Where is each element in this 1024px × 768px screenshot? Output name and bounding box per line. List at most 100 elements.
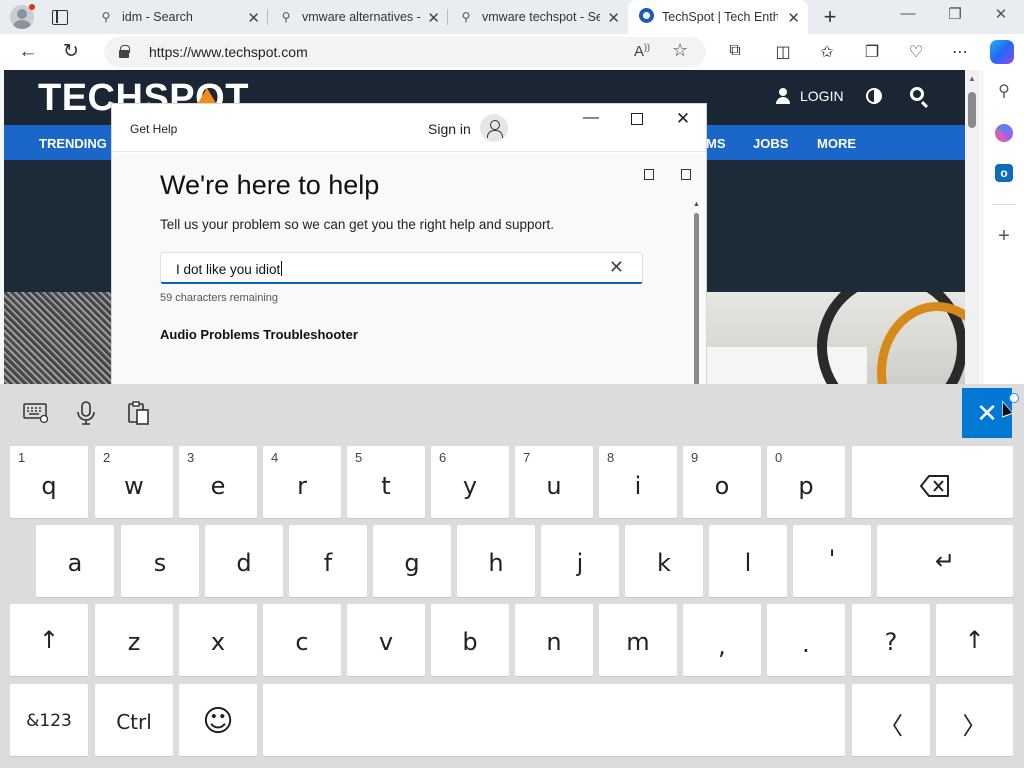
get-help-scrollbar[interactable]: ▲: [693, 153, 706, 384]
key-k[interactable]: k: [625, 525, 703, 597]
maximize-icon[interactable]: [622, 112, 652, 130]
page-scrollbar[interactable]: ▲: [965, 70, 979, 384]
split-screen-icon[interactable]: ◫: [772, 42, 794, 62]
tab-close-icon[interactable]: ✕: [787, 9, 800, 27]
problem-search-input[interactable]: I dot like you idiot ✕: [160, 252, 643, 284]
address-bar[interactable]: https://www.techspot.com A)) ☆: [104, 37, 706, 67]
minimize-icon[interactable]: —: [576, 109, 606, 127]
window-minimize-button[interactable]: —: [893, 5, 923, 22]
tab-close-icon[interactable]: ✕: [607, 9, 620, 27]
key-n[interactable]: n: [515, 604, 593, 676]
extensions-icon[interactable]: ⧉: [724, 42, 746, 60]
key-x[interactable]: x: [179, 604, 257, 676]
key-symbols[interactable]: &123: [10, 684, 88, 756]
key-p[interactable]: 0p: [767, 446, 845, 518]
key-y[interactable]: 6y: [431, 446, 509, 518]
key-shift-right[interactable]: ↑: [936, 604, 1013, 676]
site-search-icon[interactable]: [910, 87, 924, 101]
tab-vmware-techspot[interactable]: ⚲ vmware techspot - Se ✕: [448, 0, 628, 34]
sign-in-link[interactable]: Sign in: [428, 121, 471, 137]
sidebar-add-icon[interactable]: +: [992, 224, 1016, 248]
url-text[interactable]: https://www.techspot.com: [149, 44, 308, 60]
tab-idm-search[interactable]: ⚲ idm - Search ✕: [88, 0, 268, 34]
key-d[interactable]: d: [205, 525, 283, 597]
back-arrow-icon[interactable]: ←: [15, 40, 41, 64]
sidebar-search-icon[interactable]: ⚲: [992, 80, 1016, 104]
key-left-arrow[interactable]: 〈: [852, 684, 930, 756]
key-u[interactable]: 7u: [515, 446, 593, 518]
key-w[interactable]: 2w: [95, 446, 173, 518]
key-r[interactable]: 4r: [263, 446, 341, 518]
key-g[interactable]: g: [373, 525, 451, 597]
lock-icon[interactable]: [119, 45, 130, 58]
key-z[interactable]: z: [95, 604, 173, 676]
nav-ms[interactable]: MS: [706, 136, 726, 151]
dark-mode-toggle-icon[interactable]: [866, 88, 882, 104]
read-aloud-icon[interactable]: A)): [634, 42, 650, 60]
key-comma[interactable]: ,: [683, 604, 761, 676]
key-right-arrow[interactable]: 〉: [936, 684, 1013, 756]
keyboard-settings-icon[interactable]: [22, 400, 50, 428]
key-e[interactable]: 3e: [179, 446, 257, 518]
microphone-icon[interactable]: [72, 400, 100, 428]
copilot-icon[interactable]: [990, 40, 1014, 64]
nav-more[interactable]: MORE: [817, 136, 856, 151]
sidebar-outlook-icon[interactable]: o: [995, 164, 1013, 182]
window-close-button[interactable]: ✕: [986, 5, 1016, 23]
key-o[interactable]: 9o: [683, 446, 761, 518]
key-l[interactable]: l: [709, 525, 787, 597]
key-apostrophe[interactable]: ': [793, 525, 871, 597]
key-f[interactable]: f: [289, 525, 367, 597]
page-scroll-thumb[interactable]: [968, 92, 976, 128]
key-h[interactable]: h: [457, 525, 535, 597]
tab-techspot[interactable]: TechSpot | Tech Enth ✕: [628, 0, 808, 34]
key-j[interactable]: j: [541, 525, 619, 597]
tab-actions-icon[interactable]: [49, 7, 71, 27]
more-options-icon[interactable]: ⋯: [949, 42, 971, 62]
account-avatar-icon[interactable]: [480, 114, 508, 142]
tab-vmware-alternatives[interactable]: ⚲ vmware alternatives - ✕: [268, 0, 448, 34]
key-emoji[interactable]: ☺: [179, 684, 257, 756]
key-period[interactable]: .: [767, 604, 845, 676]
scroll-up-arrow-icon[interactable]: ▲: [693, 201, 700, 208]
nav-trending[interactable]: TRENDING: [39, 136, 107, 151]
small-square-icon[interactable]: [644, 169, 654, 180]
get-help-scroll-thumb[interactable]: [694, 213, 699, 384]
key-i[interactable]: 8i: [599, 446, 677, 518]
clipboard-icon[interactable]: [124, 400, 152, 428]
key-backspace[interactable]: [852, 446, 1013, 518]
login-link[interactable]: LOGIN: [776, 88, 844, 104]
key-m[interactable]: m: [599, 604, 677, 676]
article-image-left[interactable]: [4, 292, 112, 384]
key-shift-left[interactable]: ↑: [10, 604, 88, 676]
troubleshooter-link[interactable]: Audio Problems Troubleshooter: [160, 327, 358, 342]
close-icon[interactable]: ✕: [668, 109, 698, 129]
key-ctrl[interactable]: Ctrl: [95, 684, 173, 756]
tab-close-icon[interactable]: ✕: [427, 9, 440, 27]
key-enter[interactable]: ↵: [877, 525, 1013, 597]
key-b[interactable]: b: [431, 604, 509, 676]
window-restore-button[interactable]: ❐: [940, 5, 970, 23]
problem-input-value[interactable]: I dot like you idiot: [176, 261, 283, 277]
collections-icon[interactable]: ❐: [861, 42, 883, 62]
nav-jobs[interactable]: JOBS: [753, 136, 788, 151]
key-space[interactable]: [263, 684, 845, 756]
clear-input-icon[interactable]: ✕: [609, 257, 624, 278]
key-a[interactable]: a: [36, 525, 114, 597]
scroll-up-arrow-icon[interactable]: ▲: [968, 74, 976, 83]
favorite-star-icon[interactable]: ☆: [672, 40, 688, 61]
key-s[interactable]: s: [121, 525, 199, 597]
tab-close-icon[interactable]: ✕: [247, 9, 260, 27]
small-square-icon[interactable]: [681, 169, 691, 180]
key-t[interactable]: 5t: [347, 446, 425, 518]
refresh-icon[interactable]: ↻: [58, 40, 84, 64]
key-q[interactable]: 1q: [10, 446, 88, 518]
article-image-right[interactable]: [707, 292, 965, 384]
browser-essentials-icon[interactable]: ♡: [905, 42, 927, 62]
new-tab-button[interactable]: +: [818, 4, 842, 30]
key-question[interactable]: ?: [852, 604, 930, 676]
key-v[interactable]: v: [347, 604, 425, 676]
favorites-icon[interactable]: ✩: [816, 42, 838, 62]
sidebar-copilot-icon[interactable]: [995, 124, 1013, 142]
key-c[interactable]: c: [263, 604, 341, 676]
